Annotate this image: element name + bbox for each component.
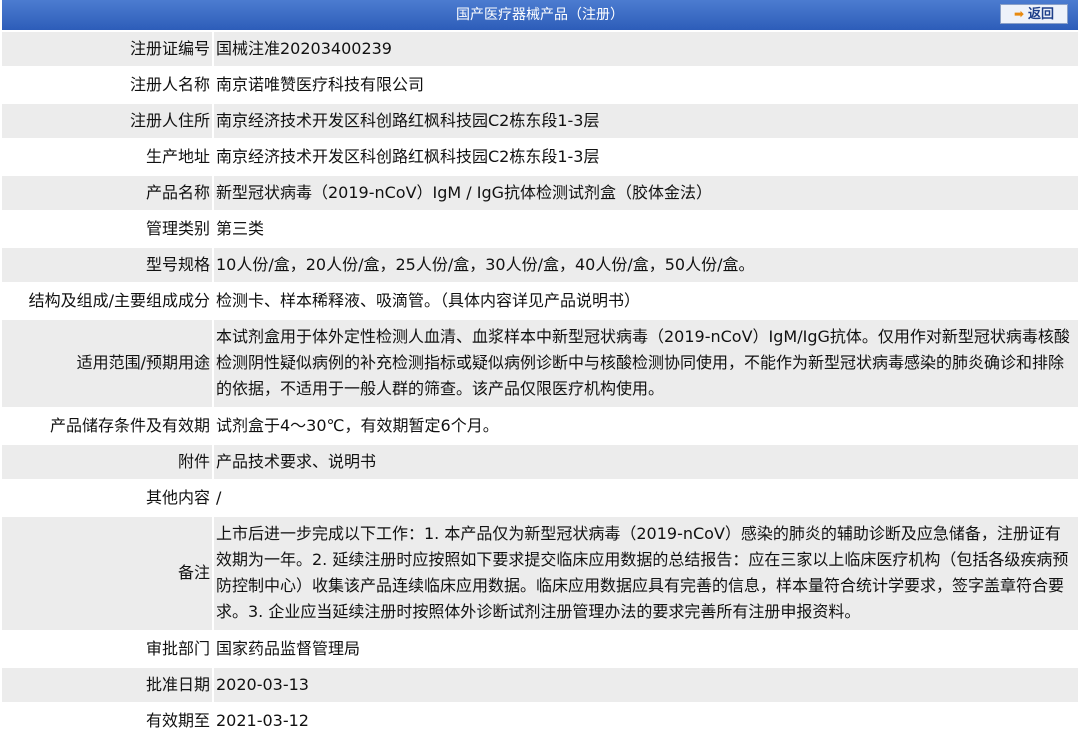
field-label: 其他内容 — [2, 481, 212, 515]
field-value: 第三类 — [214, 212, 1078, 246]
field-value: 本试剂盒用于体外定性检测人血清、血浆样本中新型冠状病毒（2019-nCoV）Ig… — [214, 320, 1078, 407]
table-row: 备注 上市后进一步完成以下工作：1. 本产品仅为新型冠状病毒（2019-nCoV… — [2, 517, 1078, 630]
field-value: 2020-03-13 — [214, 668, 1078, 702]
field-label: 批准日期 — [2, 668, 212, 702]
field-label: 产品名称 — [2, 176, 212, 210]
field-value: 南京经济技术开发区科创路红枫科技园C2栋东段1-3层 — [214, 104, 1078, 138]
table-row: 管理类别 第三类 — [2, 212, 1078, 246]
field-label: 注册人名称 — [2, 68, 212, 102]
field-value: 产品技术要求、说明书 — [214, 445, 1078, 479]
table-row: 型号规格 10人份/盒，20人份/盒，25人份/盒，30人份/盒，40人份/盒，… — [2, 248, 1078, 282]
field-label: 备注 — [2, 517, 212, 630]
arrow-right-icon: ➡ — [1013, 7, 1025, 21]
table-row: 注册人住所 南京经济技术开发区科创路红枫科技园C2栋东段1-3层 — [2, 104, 1078, 138]
detail-table: 注册证编号 国械注准20203400239 注册人名称 南京诺唯赞医疗科技有限公… — [0, 30, 1080, 740]
field-value: 上市后进一步完成以下工作：1. 本产品仅为新型冠状病毒（2019-nCoV）感染… — [214, 517, 1078, 630]
table-row: 适用范围/预期用途 本试剂盒用于体外定性检测人血清、血浆样本中新型冠状病毒（20… — [2, 320, 1078, 407]
field-value: 国械注准20203400239 — [214, 32, 1078, 66]
field-value: 南京诺唯赞医疗科技有限公司 — [214, 68, 1078, 102]
page-title: 国产医疗器械产品（注册） — [456, 7, 624, 23]
page-header: 国产医疗器械产品（注册） ➡ 返回 — [2, 0, 1078, 30]
table-row: 注册人名称 南京诺唯赞医疗科技有限公司 — [2, 68, 1078, 102]
table-row: 产品名称 新型冠状病毒（2019-nCoV）IgM / IgG抗体检测试剂盒（胶… — [2, 176, 1078, 210]
field-label: 生产地址 — [2, 140, 212, 174]
table-row: 附件 产品技术要求、说明书 — [2, 445, 1078, 479]
field-label: 附件 — [2, 445, 212, 479]
field-label: 结构及组成/主要组成成分 — [2, 284, 212, 318]
table-row: 批准日期 2020-03-13 — [2, 668, 1078, 702]
field-value: 试剂盒于4～30℃，有效期暂定6个月。 — [214, 409, 1078, 443]
field-label: 产品储存条件及有效期 — [2, 409, 212, 443]
field-label: 注册证编号 — [2, 32, 212, 66]
field-value: / — [214, 481, 1078, 515]
field-value: 国家药品监督管理局 — [214, 632, 1078, 666]
table-row: 生产地址 南京经济技术开发区科创路红枫科技园C2栋东段1-3层 — [2, 140, 1078, 174]
back-button[interactable]: ➡ 返回 — [1000, 4, 1068, 24]
field-value: 2021-03-12 — [214, 704, 1078, 738]
field-label: 适用范围/预期用途 — [2, 320, 212, 407]
back-button-label: 返回 — [1028, 7, 1055, 22]
table-row: 结构及组成/主要组成成分 检测卡、样本稀释液、吸滴管。（具体内容详见产品说明书） — [2, 284, 1078, 318]
field-value: 南京经济技术开发区科创路红枫科技园C2栋东段1-3层 — [214, 140, 1078, 174]
field-value: 新型冠状病毒（2019-nCoV）IgM / IgG抗体检测试剂盒（胶体金法） — [214, 176, 1078, 210]
table-row: 有效期至 2021-03-12 — [2, 704, 1078, 738]
field-label: 有效期至 — [2, 704, 212, 738]
table-row: 产品储存条件及有效期 试剂盒于4～30℃，有效期暂定6个月。 — [2, 409, 1078, 443]
table-row: 其他内容 / — [2, 481, 1078, 515]
field-label: 审批部门 — [2, 632, 212, 666]
field-value: 10人份/盒，20人份/盒，25人份/盒，30人份/盒，40人份/盒，50人份/… — [214, 248, 1078, 282]
table-row: 审批部门 国家药品监督管理局 — [2, 632, 1078, 666]
table-row: 注册证编号 国械注准20203400239 — [2, 32, 1078, 66]
field-value: 检测卡、样本稀释液、吸滴管。（具体内容详见产品说明书） — [214, 284, 1078, 318]
field-label: 管理类别 — [2, 212, 212, 246]
field-label: 型号规格 — [2, 248, 212, 282]
field-label: 注册人住所 — [2, 104, 212, 138]
